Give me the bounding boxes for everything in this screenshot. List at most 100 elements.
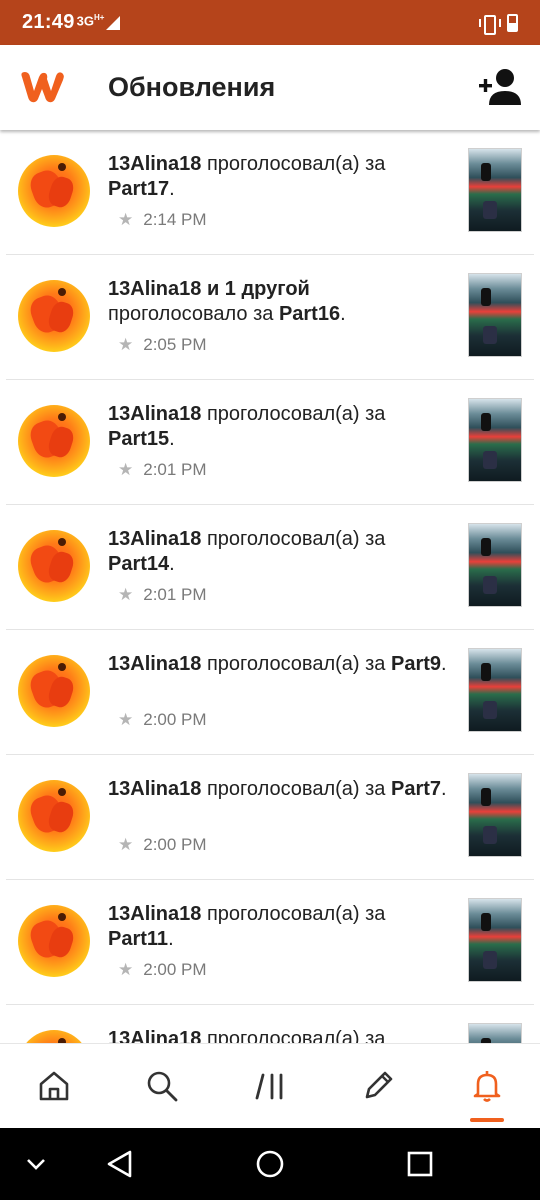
notification-item[interactable]: 13Alina18 и 1 другой проголосовало за Pa…	[6, 255, 534, 380]
star-icon: ★	[118, 710, 134, 729]
story-cover-thumbnail[interactable]	[468, 773, 522, 857]
notification-user[interactable]: 13Alina18	[108, 528, 201, 550]
collapse-button[interactable]	[18, 1146, 54, 1182]
avatar[interactable]	[18, 780, 90, 852]
network-sup: H+	[94, 13, 105, 23]
notification-meta: ★ 2:14 PM	[118, 210, 207, 230]
notification-part[interactable]: Part14	[108, 553, 169, 575]
notification-meta: ★ 2:01 PM	[118, 585, 207, 605]
signal-icon	[106, 15, 121, 30]
avatar[interactable]	[18, 905, 90, 977]
avatar[interactable]	[18, 1030, 90, 1043]
notification-action: проголосовал(а) за	[206, 1028, 386, 1043]
library-icon	[255, 1073, 283, 1100]
network-type: 3G	[76, 13, 94, 29]
notification-user[interactable]: 13Alina18	[108, 778, 201, 800]
star-icon: ★	[118, 210, 134, 229]
notification-part[interactable]: Part11	[108, 928, 168, 950]
back-triangle-icon	[107, 1150, 132, 1178]
notification-user[interactable]: 13Alina18	[108, 903, 201, 925]
avatar[interactable]	[18, 155, 90, 227]
notification-item[interactable]: 13Alina18 проголосовал(а) за	[6, 1005, 534, 1043]
notification-item[interactable]: 13Alina18 проголосовал(а) за Part11. ★ 2:…	[6, 880, 534, 1005]
notification-item[interactable]: 13Alina18 проголосовал(а) за Part17. ★ 2:…	[6, 130, 534, 255]
bell-icon	[473, 1071, 501, 1102]
notification-meta: ★ 2:00 PM	[118, 835, 207, 855]
nav-notifications[interactable]	[465, 1064, 509, 1108]
story-cover-thumbnail[interactable]	[468, 523, 522, 607]
notification-user[interactable]: 13Alina18	[108, 403, 201, 425]
notifications-feed[interactable]: 13Alina18 проголосовал(а) за Part17. ★ 2:…	[0, 130, 540, 1043]
notification-extra[interactable]: и 1 другой	[207, 278, 310, 300]
star-icon: ★	[118, 960, 134, 979]
story-cover-thumbnail[interactable]	[468, 148, 522, 232]
avatar[interactable]	[18, 655, 90, 727]
notification-item[interactable]: 13Alina18 проголосовал(а) за Part14. ★ 2:…	[6, 505, 534, 630]
notification-user[interactable]: 13Alina18	[108, 653, 201, 675]
story-cover-thumbnail[interactable]	[468, 273, 522, 357]
notification-action: проголосовал(а) за	[206, 403, 386, 425]
notification-text: 13Alina18 проголосовал(а) за Part15.	[108, 403, 386, 450]
notification-user[interactable]: 13Alina18	[108, 153, 201, 175]
search-icon	[147, 1071, 178, 1102]
notification-text: 13Alina18 проголосовал(а) за Part7.	[108, 778, 447, 800]
notification-text: 13Alina18 и 1 другой проголосовало за Pa…	[108, 278, 346, 325]
notification-item[interactable]: 13Alina18 проголосовал(а) за Part7. ★ 2:0…	[6, 755, 534, 880]
star-icon: ★	[118, 835, 134, 854]
recents-square-icon	[407, 1151, 433, 1177]
star-icon: ★	[118, 460, 134, 479]
notification-meta: ★ 2:00 PM	[118, 960, 207, 980]
notification-text: 13Alina18 проголосовал(а) за	[108, 1027, 448, 1043]
notification-text: 13Alina18 проголосовал(а) за Part11.	[108, 903, 386, 950]
notification-meta: ★ 2:05 PM	[118, 335, 207, 355]
notification-part[interactable]: Part17	[108, 178, 169, 200]
recents-button[interactable]	[402, 1146, 438, 1182]
nav-home[interactable]	[32, 1064, 76, 1108]
story-cover-thumbnail[interactable]	[468, 398, 522, 482]
notification-time: 2:05 PM	[143, 335, 207, 354]
home-button[interactable]	[252, 1146, 288, 1182]
notification-action: проголосовал(а) за	[206, 653, 386, 675]
notification-action: проголосовал(а) за	[206, 778, 386, 800]
add-person-icon[interactable]	[478, 67, 522, 107]
notification-meta: ★ 2:01 PM	[118, 460, 207, 480]
notification-meta: ★ 2:00 PM	[118, 710, 207, 730]
notification-action: проголосовало за	[108, 303, 274, 325]
notification-time: 2:00 PM	[143, 960, 207, 979]
story-cover-thumbnail[interactable]	[468, 1023, 522, 1043]
notification-part[interactable]: Part15	[108, 428, 169, 450]
notification-user[interactable]: 13Alina18	[108, 1028, 201, 1043]
story-cover-thumbnail[interactable]	[468, 898, 522, 982]
avatar[interactable]	[18, 280, 90, 352]
notification-part[interactable]: Part9	[391, 653, 441, 675]
notification-user[interactable]: 13Alina18	[108, 278, 201, 300]
notification-text: 13Alina18 проголосовал(а) за Part17.	[108, 153, 386, 200]
status-time: 21:49	[22, 11, 75, 33]
wattpad-logo[interactable]	[18, 67, 66, 105]
home-icon	[39, 1071, 69, 1101]
notification-time: 2:14 PM	[143, 210, 207, 229]
avatar[interactable]	[18, 405, 90, 477]
home-circle-icon	[256, 1150, 284, 1178]
notification-text: 13Alina18 проголосовал(а) за Part14.	[108, 528, 386, 575]
status-bar: 21:49 3GH+	[0, 0, 540, 45]
story-cover-thumbnail[interactable]	[468, 648, 522, 732]
nav-search[interactable]	[140, 1064, 184, 1108]
notification-part[interactable]: Part16	[279, 303, 340, 325]
vibrate-icon	[479, 14, 501, 35]
star-icon: ★	[118, 335, 134, 354]
notification-item[interactable]: 13Alina18 проголосовал(а) за Part9. ★ 2:0…	[6, 630, 534, 755]
notification-time: 2:00 PM	[143, 835, 207, 854]
nav-write[interactable]	[356, 1064, 400, 1108]
notification-text: 13Alina18 проголосовал(а) за Part9.	[108, 653, 447, 675]
notification-action: проголосовал(а) за	[206, 528, 386, 550]
bottom-nav	[0, 1043, 540, 1128]
notification-time: 2:01 PM	[143, 585, 207, 604]
nav-library[interactable]	[248, 1064, 292, 1108]
notification-time: 2:00 PM	[143, 710, 207, 729]
notification-action: проголосовал(а) за	[206, 153, 386, 175]
back-button[interactable]	[102, 1146, 138, 1182]
notification-item[interactable]: 13Alina18 проголосовал(а) за Part15. ★ 2:…	[6, 380, 534, 505]
avatar[interactable]	[18, 530, 90, 602]
notification-part[interactable]: Part7	[391, 778, 441, 800]
